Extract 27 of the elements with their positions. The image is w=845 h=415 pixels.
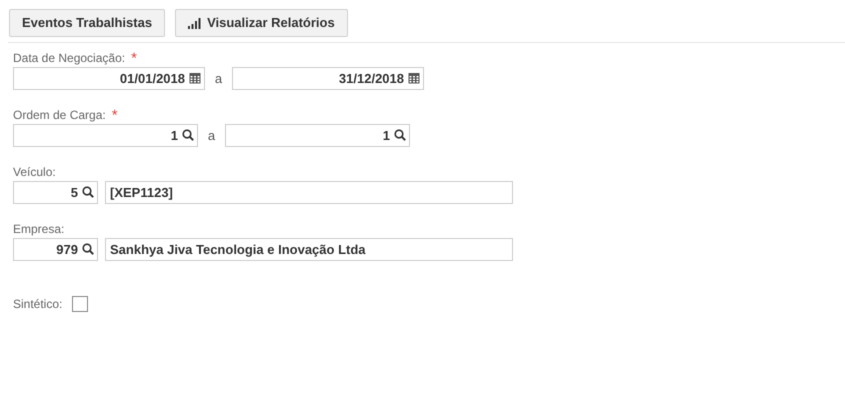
code-field[interactable]: 979: [13, 238, 98, 261]
calendar-icon[interactable]: [189, 72, 201, 84]
code-field[interactable]: 5: [13, 181, 98, 204]
toolbar-button[interactable]: Visualizar Relatórios: [175, 9, 348, 37]
search-icon[interactable]: [394, 129, 406, 141]
search-icon[interactable]: [182, 129, 194, 141]
checkbox[interactable]: [72, 296, 88, 312]
description-field[interactable]: Sankhya Jiva Tecnologia e Inovação Ltda: [105, 238, 513, 261]
description-field[interactable]: [XEP1123]: [105, 181, 513, 204]
required-mark: *: [131, 50, 137, 66]
field-label: Data de Negociação:: [13, 50, 126, 67]
toolbar-button[interactable]: Eventos Trabalhistas: [9, 9, 166, 37]
field-label: Empresa:: [13, 221, 64, 238]
search-field[interactable]: 1: [225, 124, 410, 147]
separator-text: a: [214, 70, 224, 88]
search-icon[interactable]: [82, 186, 94, 198]
field-label: Ordem de Carga:: [13, 107, 106, 124]
calendar-icon[interactable]: [408, 72, 420, 84]
bar-chart-icon: [188, 18, 202, 28]
date-field[interactable]: 01/01/2018: [13, 67, 205, 90]
field-label: Veículo:: [13, 164, 56, 181]
field-label: Sintético:: [13, 296, 62, 313]
required-mark: *: [112, 108, 118, 122]
date-field[interactable]: 31/12/2018: [232, 67, 424, 90]
search-field[interactable]: 1: [13, 124, 198, 147]
search-icon[interactable]: [82, 243, 94, 255]
separator-text: a: [206, 126, 216, 145]
